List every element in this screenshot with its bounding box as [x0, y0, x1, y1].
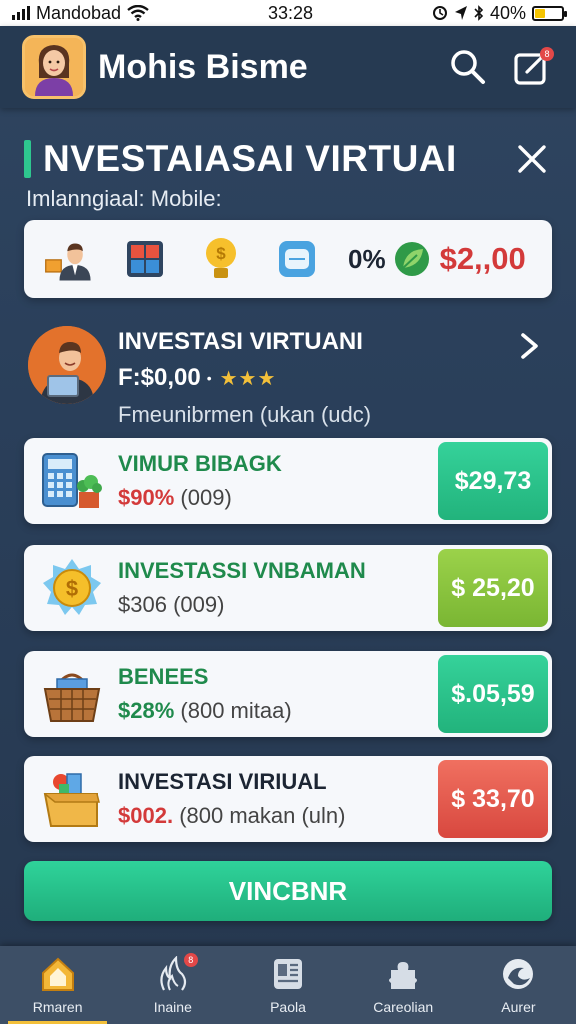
investor-avatar: [28, 326, 106, 404]
leaf-icon: [392, 234, 432, 284]
svg-text:$: $: [66, 576, 78, 601]
investment-title: INVESTASI VIRIUAL: [118, 769, 327, 794]
investment-value: $306: [118, 592, 167, 617]
swirl-icon: [499, 955, 537, 993]
avatar[interactable]: [22, 35, 86, 99]
rating-stars: ★★★: [219, 367, 277, 390]
section-header: NVESTAIASAI VIRTUAI: [24, 138, 552, 180]
investment-detail: (800 mitaa): [180, 698, 292, 723]
investment-title: VIMUR BIBAGK: [118, 451, 282, 476]
investment-card[interactable]: $ INVESTASSI VNBAMAN $306 (009) $ 25,20: [24, 545, 552, 631]
investment-value: $002.: [118, 803, 174, 828]
search-button[interactable]: [446, 45, 490, 89]
strip-amount: $2,,00: [439, 241, 526, 276]
nav-item-careolian[interactable]: Careolian: [346, 946, 461, 1024]
search-icon: [451, 50, 485, 84]
featured-title: INVESTASI VIRTUANI: [118, 328, 363, 355]
price-button[interactable]: $ 25,20: [438, 549, 548, 627]
home-icon: [39, 955, 77, 993]
price-button[interactable]: $.05,59: [438, 655, 548, 733]
section-subtitle: Imlanngiaal: Mobile:: [26, 186, 222, 211]
investment-detail: (009): [180, 485, 232, 510]
close-button[interactable]: [512, 139, 552, 179]
investment-title: INVESTASSI VNBAMAN: [118, 558, 366, 583]
box-city-icon: [40, 767, 104, 831]
nav-item-aurer[interactable]: Aurer: [461, 946, 576, 1024]
clock: 33:28: [268, 2, 314, 23]
investment-value: $28%: [118, 698, 175, 723]
primary-action-button[interactable]: VINCBNR: [24, 861, 552, 921]
notification-badge: 8: [540, 47, 554, 61]
featured-description: Fmeunibrmen (ukan (udc): [118, 402, 372, 427]
wifi-icon: [127, 5, 149, 21]
chevron-right-icon: [521, 333, 538, 359]
gold-coin-icon: $: [40, 556, 104, 620]
bluetooth-icon: [474, 5, 484, 21]
nav-item-inaine[interactable]: 8 Inaine: [115, 946, 230, 1024]
featured-price: F:$0,00: [118, 364, 201, 391]
edit-button[interactable]: 8: [510, 45, 554, 89]
puzzle-icon: [384, 955, 422, 993]
nav-badge: 8: [183, 953, 198, 967]
nav-label: Inaine: [153, 999, 192, 1015]
nav-item-home[interactable]: Rmaren: [0, 946, 115, 1024]
alarm-icon: [432, 6, 447, 20]
investment-value: $90%: [118, 485, 175, 510]
svg-text:$: $: [216, 244, 226, 263]
section-title: NVESTAIASAI VIRTUAI: [43, 138, 457, 179]
investment-card[interactable]: VIMUR BIBAGK $90% (009) $29,73: [24, 438, 552, 524]
app-title: Mohis Bisme: [98, 47, 308, 86]
chevron-right-button[interactable]: [512, 328, 548, 364]
app-header: Mohis Bisme 8: [0, 26, 576, 108]
price-button[interactable]: $29,73: [438, 442, 548, 520]
grid-icon[interactable]: [120, 234, 170, 284]
icon-strip: $ 0% $2,,00: [24, 220, 552, 298]
price-button[interactable]: $ 33,70: [438, 760, 548, 838]
nav-label: Rmaren: [32, 999, 83, 1015]
battery-percent: 40%: [489, 2, 526, 23]
featured-investment[interactable]: INVESTASI VIRTUANI F:$0,00 • ★★★ Fmeunib…: [28, 326, 548, 427]
investment-card[interactable]: INVESTASI VIRIUAL $002. (800 makan (uln)…: [24, 756, 552, 842]
nav-label: Paola: [270, 999, 306, 1015]
close-icon: [518, 145, 546, 173]
strip-percent: 0%: [348, 243, 386, 274]
battery-icon: [532, 5, 567, 21]
basket-icon: [40, 662, 104, 726]
featured-price-dot: •: [206, 370, 212, 386]
investment-detail: (009): [173, 592, 225, 617]
nav-label: Aurer: [501, 999, 536, 1015]
nav-item-paola[interactable]: Paola: [230, 946, 345, 1024]
flame-icon: 8: [154, 953, 198, 993]
signal-icon: [12, 6, 30, 20]
investment-card[interactable]: BENEES $28% (800 mitaa) $.05,59: [24, 651, 552, 737]
nav-label: Careolian: [373, 999, 434, 1015]
investment-detail: (800 makan (uln): [179, 803, 346, 828]
location-icon: [454, 6, 467, 20]
carrier-name: Mandobad: [36, 2, 122, 23]
businessman-icon[interactable]: [44, 234, 94, 284]
investment-title: BENEES: [118, 664, 209, 689]
calculator-plant-icon: [40, 449, 104, 513]
document-icon: [269, 955, 307, 993]
bottom-nav: Rmaren 8 Inaine Paola Careolian Aurer: [0, 946, 576, 1024]
lightbulb-coin-icon[interactable]: $: [196, 234, 246, 284]
status-bar: Mandobad 33:28 40%: [0, 0, 576, 26]
accent-bar: [24, 140, 31, 178]
calculator-icon[interactable]: [272, 234, 322, 284]
